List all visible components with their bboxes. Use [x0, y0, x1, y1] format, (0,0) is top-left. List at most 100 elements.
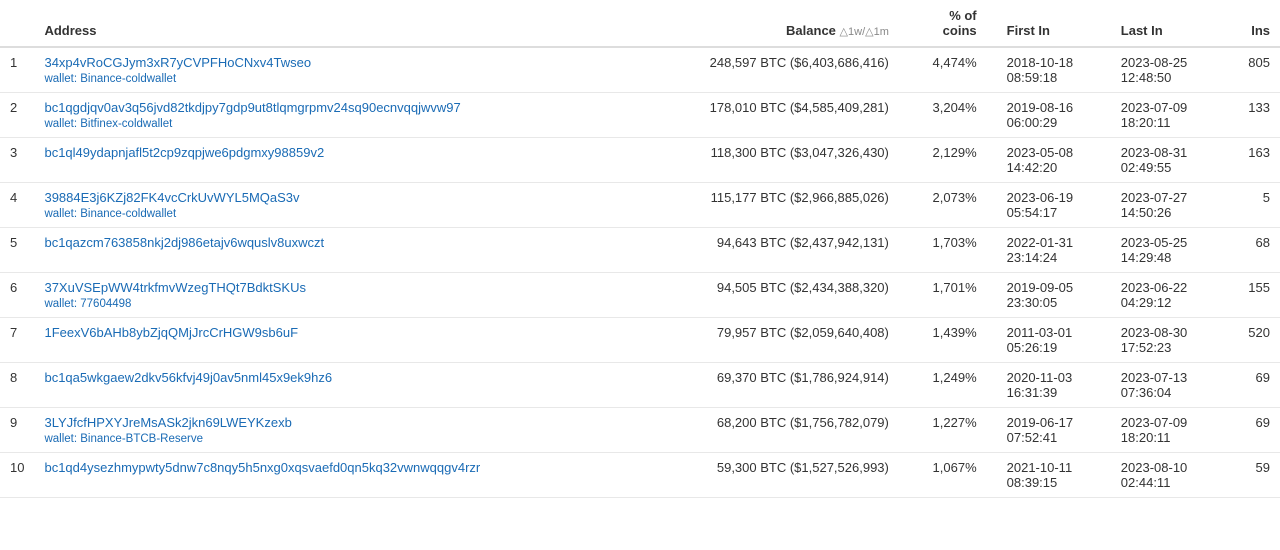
ins-cell: 133	[1225, 93, 1280, 138]
first-in-cell: 2011-03-0105:26:19	[997, 318, 1111, 363]
first-in-cell: 2020-11-0316:31:39	[997, 363, 1111, 408]
address-link[interactable]: 39884E3j6KZj82FK4vcCrkUvWYL5MQaS3v	[44, 190, 625, 205]
first-in-cell: 2021-10-1108:39:15	[997, 453, 1111, 498]
address-link[interactable]: 34xp4vRoCGJym3xR7yCVPFHoCNxv4Twseo	[44, 55, 625, 70]
row-number: 6	[0, 273, 34, 318]
balance-cell: 69,370 BTC ($1,786,924,914)	[636, 363, 899, 408]
address-cell: bc1qazcm763858nkj2dj986etajv6wquslv8uxwc…	[34, 228, 635, 273]
wallet-label: wallet: Binance-BTCB-Reserve	[44, 433, 203, 445]
row-number: 3	[0, 138, 34, 183]
wallet-label: wallet: 77604498	[44, 298, 131, 310]
row-number: 2	[0, 93, 34, 138]
last-in-cell: 2023-08-3017:52:23	[1111, 318, 1225, 363]
balance-cell: 79,957 BTC ($2,059,640,408)	[636, 318, 899, 363]
percent-cell: 2,073%	[899, 183, 997, 228]
address-link[interactable]: bc1ql49ydapnjafl5t2cp9zqpjwe6pdgmxy98859…	[44, 145, 625, 160]
first-in-cell: 2019-08-1606:00:29	[997, 93, 1111, 138]
last-in-cell: 2023-07-0918:20:11	[1111, 408, 1225, 453]
row-number: 5	[0, 228, 34, 273]
address-link[interactable]: bc1qgdjqv0av3q56jvd82tkdjpy7gdp9ut8tlqmg…	[44, 100, 625, 115]
first-in-cell: 2019-06-1707:52:41	[997, 408, 1111, 453]
col-balance: Balance △1w/△1m	[636, 0, 899, 47]
wallet-label: wallet: Bitfinex-coldwallet	[44, 118, 172, 130]
table-row: 4 39884E3j6KZj82FK4vcCrkUvWYL5MQaS3v walle…	[0, 183, 1280, 228]
address-cell: bc1qd4ysezhmypwty5dnw7c8nqy5h5nxg0xqsvae…	[34, 453, 635, 498]
balance-cell: 59,300 BTC ($1,527,526,993)	[636, 453, 899, 498]
balance-cell: 178,010 BTC ($4,585,409,281)	[636, 93, 899, 138]
col-address: Address	[34, 0, 635, 47]
table-row: 9 3LYJfcfHPXYJreMsASk2jkn69LWEYKzexb walle…	[0, 408, 1280, 453]
ins-cell: 5	[1225, 183, 1280, 228]
percent-cell: 4,474%	[899, 47, 997, 93]
last-in-cell: 2023-08-1002:44:11	[1111, 453, 1225, 498]
balance-cell: 94,643 BTC ($2,437,942,131)	[636, 228, 899, 273]
ins-cell: 155	[1225, 273, 1280, 318]
first-in-cell: 2023-05-0814:42:20	[997, 138, 1111, 183]
table-row: 5 bc1qazcm763858nkj2dj986etajv6wquslv8uxw…	[0, 228, 1280, 273]
percent-cell: 1,227%	[899, 408, 997, 453]
balance-cell: 115,177 BTC ($2,966,885,026)	[636, 183, 899, 228]
col-num	[0, 0, 34, 47]
ins-cell: 59	[1225, 453, 1280, 498]
row-number: 7	[0, 318, 34, 363]
table-row: 7 1FeexV6bAHb8ybZjqQMjJrcCrHGW9sb6uF 79,95…	[0, 318, 1280, 363]
percent-cell: 1,067%	[899, 453, 997, 498]
first-in-cell: 2022-01-3123:14:24	[997, 228, 1111, 273]
address-cell: bc1qa5wkgaew2dkv56kfvj49j0av5nml45x9ek9h…	[34, 363, 635, 408]
address-link[interactable]: 1FeexV6bAHb8ybZjqQMjJrcCrHGW9sb6uF	[44, 325, 625, 340]
first-in-cell: 2023-06-1905:54:17	[997, 183, 1111, 228]
row-number: 4	[0, 183, 34, 228]
col-first-in: First In	[997, 0, 1111, 47]
percent-cell: 1,439%	[899, 318, 997, 363]
ins-cell: 805	[1225, 47, 1280, 93]
col-ins: Ins	[1225, 0, 1280, 47]
address-cell: 1FeexV6bAHb8ybZjqQMjJrcCrHGW9sb6uF	[34, 318, 635, 363]
col-last-in: Last In	[1111, 0, 1225, 47]
address-link[interactable]: bc1qa5wkgaew2dkv56kfvj49j0av5nml45x9ek9h…	[44, 370, 625, 385]
first-in-cell: 2018-10-1808:59:18	[997, 47, 1111, 93]
address-link[interactable]: bc1qd4ysezhmypwty5dnw7c8nqy5h5nxg0xqsvae…	[44, 460, 625, 475]
address-link[interactable]: bc1qazcm763858nkj2dj986etajv6wquslv8uxwc…	[44, 235, 625, 250]
percent-cell: 1,703%	[899, 228, 997, 273]
last-in-cell: 2023-05-2514:29:48	[1111, 228, 1225, 273]
wallet-label: wallet: Binance-coldwallet	[44, 73, 176, 85]
address-cell: 34xp4vRoCGJym3xR7yCVPFHoCNxv4Twseo wallet…	[34, 47, 635, 93]
balance-cell: 68,200 BTC ($1,756,782,079)	[636, 408, 899, 453]
last-in-cell: 2023-06-2204:29:12	[1111, 273, 1225, 318]
col-percent: % ofcoins	[899, 0, 997, 47]
table-row: 3 bc1ql49ydapnjafl5t2cp9zqpjwe6pdgmxy9885…	[0, 138, 1280, 183]
address-link[interactable]: 37XuVSEpWW4trkfmvWzegTHQt7BdktSKUs	[44, 280, 625, 295]
table-row: 6 37XuVSEpWW4trkfmvWzegTHQt7BdktSKUs walle…	[0, 273, 1280, 318]
ins-cell: 68	[1225, 228, 1280, 273]
last-in-cell: 2023-08-3102:49:55	[1111, 138, 1225, 183]
last-in-cell: 2023-08-2512:48:50	[1111, 47, 1225, 93]
first-in-cell: 2019-09-0523:30:05	[997, 273, 1111, 318]
row-number: 1	[0, 47, 34, 93]
table-row: 10 bc1qd4ysezhmypwty5dnw7c8nqy5h5nxg0xqsv…	[0, 453, 1280, 498]
wallet-label: wallet: Binance-coldwallet	[44, 208, 176, 220]
address-cell: 3LYJfcfHPXYJreMsASk2jkn69LWEYKzexb wallet…	[34, 408, 635, 453]
ins-cell: 69	[1225, 408, 1280, 453]
last-in-cell: 2023-07-2714:50:26	[1111, 183, 1225, 228]
row-number: 9	[0, 408, 34, 453]
address-link[interactable]: 3LYJfcfHPXYJreMsASk2jkn69LWEYKzexb	[44, 415, 625, 430]
balance-cell: 118,300 BTC ($3,047,326,430)	[636, 138, 899, 183]
address-cell: bc1qgdjqv0av3q56jvd82tkdjpy7gdp9ut8tlqmg…	[34, 93, 635, 138]
address-cell: 39884E3j6KZj82FK4vcCrkUvWYL5MQaS3v wallet…	[34, 183, 635, 228]
percent-cell: 1,249%	[899, 363, 997, 408]
richlist-table: Address Balance △1w/△1m % ofcoins First …	[0, 0, 1280, 498]
address-cell: 37XuVSEpWW4trkfmvWzegTHQt7BdktSKUs wallet…	[34, 273, 635, 318]
balance-cell: 248,597 BTC ($6,403,686,416)	[636, 47, 899, 93]
percent-cell: 1,701%	[899, 273, 997, 318]
balance-cell: 94,505 BTC ($2,434,388,320)	[636, 273, 899, 318]
row-number: 10	[0, 453, 34, 498]
ins-cell: 520	[1225, 318, 1280, 363]
table-row: 8bc1qa5wkgaew2dkv56kfvj49j0av5nml45x9ek9…	[0, 363, 1280, 408]
ins-cell: 69	[1225, 363, 1280, 408]
ins-cell: 163	[1225, 138, 1280, 183]
last-in-cell: 2023-07-0918:20:11	[1111, 93, 1225, 138]
last-in-cell: 2023-07-1307:36:04	[1111, 363, 1225, 408]
table-row: 1 34xp4vRoCGJym3xR7yCVPFHoCNxv4Twseo walle…	[0, 47, 1280, 93]
address-cell: bc1ql49ydapnjafl5t2cp9zqpjwe6pdgmxy98859…	[34, 138, 635, 183]
percent-cell: 2,129%	[899, 138, 997, 183]
